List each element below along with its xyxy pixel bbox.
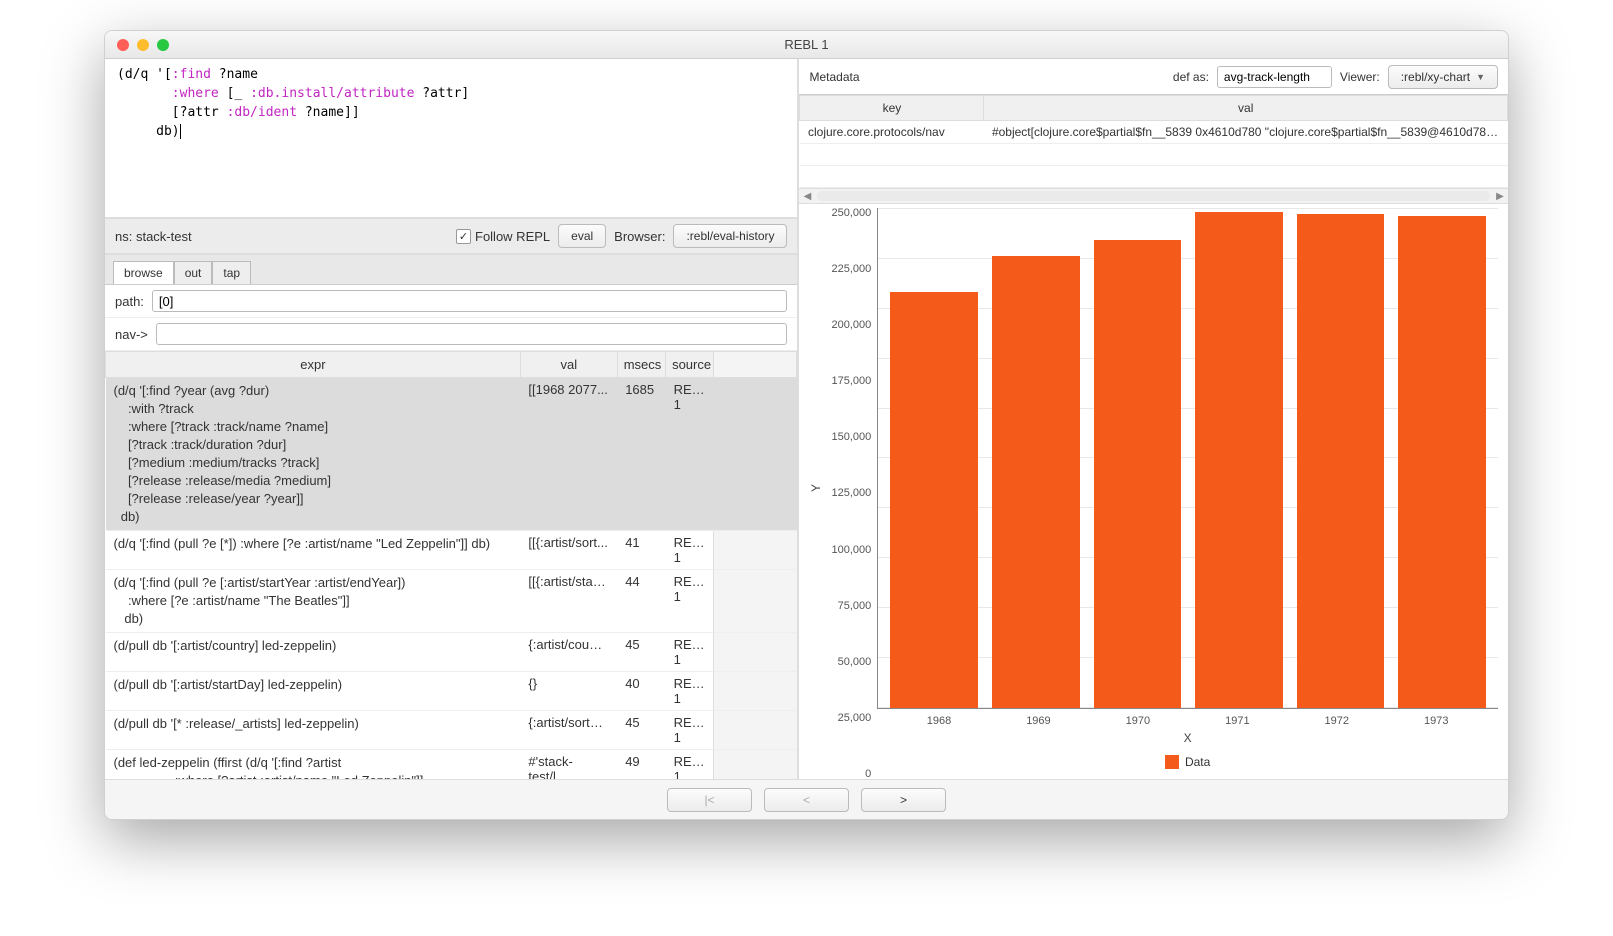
- scroll-left-icon[interactable]: ◀: [799, 191, 815, 202]
- chart-bar: [1195, 212, 1283, 708]
- table-row[interactable]: (d/q '[:find ?year (avg ?dur) :with ?tra…: [106, 378, 797, 531]
- titlebar: REBL 1: [105, 31, 1508, 59]
- table-row[interactable]: (d/pull db '[* :release/_artists] led-ze…: [106, 711, 797, 750]
- tabs: browseouttap: [105, 255, 797, 285]
- viewer-select[interactable]: :rebl/xy-chart ▼: [1388, 65, 1498, 89]
- metadata-table[interactable]: key val clojure.core.protocols/nav#objec…: [799, 95, 1508, 188]
- follow-repl-label: Follow REPL: [475, 229, 550, 244]
- minimize-icon[interactable]: [137, 39, 149, 51]
- checkbox-icon: ✓: [456, 229, 471, 244]
- chart-bar: [992, 256, 1080, 708]
- nav-first-button[interactable]: |<: [667, 788, 752, 812]
- tab-browse[interactable]: browse: [113, 261, 174, 284]
- table-row[interactable]: (def led-zeppelin (ffirst (d/q '[:find ?…: [106, 750, 797, 780]
- code-editor[interactable]: (d/q '[:find ?name :where [_ :db.install…: [105, 59, 797, 219]
- def-as-input[interactable]: [1217, 66, 1332, 88]
- table-row[interactable]: (d/pull db '[:artist/country] led-zeppel…: [106, 633, 797, 672]
- follow-repl-checkbox[interactable]: ✓ Follow REPL: [456, 229, 550, 244]
- browser-label: Browser:: [614, 229, 665, 244]
- browser-select-value: :rebl/eval-history: [686, 229, 774, 243]
- col-expr: expr: [106, 352, 521, 378]
- nav-label: nav->: [115, 327, 148, 342]
- chart-area: Y 250,000225,000200,000175,000150,000125…: [799, 204, 1508, 779]
- x-tick: 1971: [1188, 715, 1287, 727]
- nav-input[interactable]: [156, 323, 788, 345]
- def-as-label: def as:: [1173, 70, 1209, 84]
- viewer-label: Viewer:: [1340, 70, 1380, 84]
- chart-bar: [1094, 240, 1182, 708]
- chart-bar: [1297, 214, 1385, 708]
- table-row[interactable]: clojure.core.protocols/nav#object[clojur…: [800, 121, 1508, 144]
- x-axis-label: X: [877, 731, 1498, 745]
- chart-legend: Data: [877, 755, 1498, 769]
- col-source: source: [666, 352, 714, 378]
- right-panel: Metadata def as: Viewer: :rebl/xy-chart …: [799, 59, 1508, 779]
- path-label: path:: [115, 294, 144, 309]
- x-tick: 1970: [1088, 715, 1187, 727]
- legend-label: Data: [1185, 755, 1210, 769]
- nav-forward-button[interactable]: >: [861, 788, 946, 812]
- chart-bar: [1398, 216, 1486, 708]
- x-tick: 1969: [989, 715, 1088, 727]
- y-axis-label: Y: [809, 484, 823, 492]
- scrollbar-track[interactable]: [817, 191, 1490, 201]
- scrollbar-gutter: [714, 352, 797, 378]
- maximize-icon[interactable]: [157, 39, 169, 51]
- scroll-right-icon[interactable]: ▶: [1492, 191, 1508, 202]
- x-tick: 1968: [889, 715, 988, 727]
- meta-col-val: val: [984, 96, 1508, 121]
- meta-col-key: key: [800, 96, 984, 121]
- close-icon[interactable]: [117, 39, 129, 51]
- metadata-title: Metadata: [809, 70, 859, 84]
- app-window: REBL 1 (d/q '[:find ?name :where [_ :db.…: [104, 30, 1509, 820]
- repl-toolbar: ns: stack-test ✓ Follow REPL eval Browse…: [105, 219, 797, 255]
- metadata-bar: Metadata def as: Viewer: :rebl/xy-chart …: [799, 59, 1508, 95]
- col-val: val: [520, 352, 617, 378]
- y-axis: 250,000225,000200,000175,000150,000125,0…: [825, 208, 877, 769]
- tab-tap[interactable]: tap: [212, 261, 251, 284]
- tab-out[interactable]: out: [174, 261, 213, 284]
- traffic-lights: [117, 39, 169, 51]
- nav-row: nav->: [105, 318, 797, 351]
- chevron-down-icon: ▼: [1476, 72, 1485, 82]
- nav-back-button[interactable]: <: [764, 788, 849, 812]
- x-tick: 1972: [1287, 715, 1386, 727]
- browser-select[interactable]: :rebl/eval-history: [673, 224, 787, 248]
- viewer-select-value: :rebl/xy-chart: [1401, 70, 1470, 84]
- chart-bar: [890, 292, 978, 708]
- eval-button[interactable]: eval: [558, 224, 606, 248]
- metadata-hscrollbar[interactable]: ◀ ▶: [799, 188, 1508, 204]
- col-msecs: msecs: [617, 352, 665, 378]
- plot-box: [877, 208, 1498, 709]
- path-row: path:: [105, 285, 797, 318]
- left-panel: (d/q '[:find ?name :where [_ :db.install…: [105, 59, 799, 779]
- x-tick: 1973: [1387, 715, 1486, 727]
- legend-swatch: [1165, 755, 1179, 769]
- table-row[interactable]: (d/q '[:find (pull ?e [:artist/startYear…: [106, 570, 797, 633]
- table-row[interactable]: (d/q '[:find (pull ?e [*]) :where [?e :a…: [106, 531, 797, 570]
- x-axis: 196819691970197119721973: [877, 709, 1498, 727]
- ns-label: ns: stack-test: [115, 229, 192, 244]
- window-title: REBL 1: [784, 37, 828, 52]
- history-table[interactable]: exprvalmsecssource (d/q '[:find ?year (a…: [105, 351, 797, 779]
- table-row[interactable]: (d/pull db '[:artist/startDay] led-zeppe…: [106, 672, 797, 711]
- footer-nav: |< < >: [105, 779, 1508, 819]
- path-input[interactable]: [152, 290, 788, 312]
